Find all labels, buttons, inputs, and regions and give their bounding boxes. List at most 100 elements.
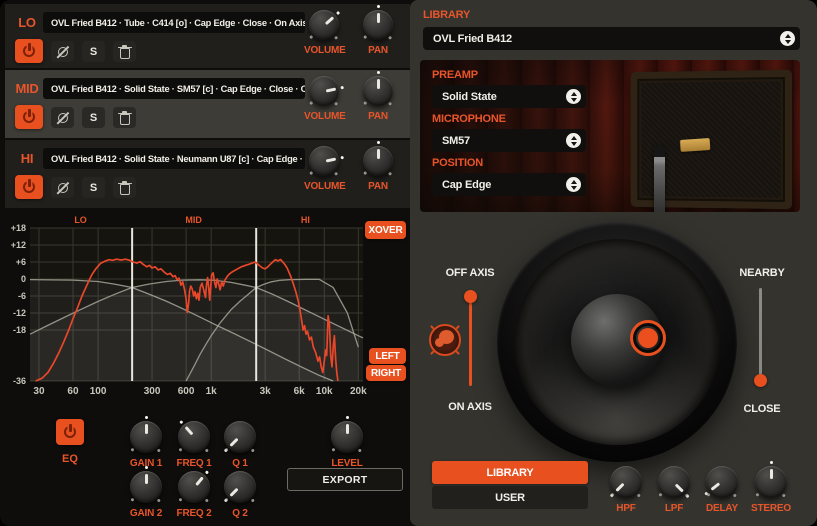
- microphone-label: MICROPHONE: [432, 113, 506, 125]
- freq1-knob-group: FREQ 1: [170, 420, 218, 469]
- delay-knob[interactable]: [705, 465, 739, 499]
- svg-text:+12: +12: [11, 240, 26, 250]
- microphone-dropdown[interactable]: SM57: [432, 129, 586, 152]
- svg-text:3k: 3k: [260, 386, 272, 397]
- position-dropdown[interactable]: Cap Edge: [432, 173, 586, 196]
- preamp-dropdown[interactable]: Solid State: [432, 85, 586, 108]
- phase-icon: [56, 181, 70, 195]
- volume-knob[interactable]: [308, 75, 340, 107]
- speaker-graphic: [497, 222, 737, 462]
- gain1-knob[interactable]: [129, 420, 163, 454]
- freq2-knob[interactable]: [177, 470, 211, 504]
- plugin-window: LO OVL Fried B412 · Tube · C414 [o] · Ca…: [0, 0, 817, 526]
- mic-angle-icon: [429, 324, 461, 356]
- preset-text: OVL Fried B412 · Tube · C414 [o] · Cap E…: [51, 18, 305, 28]
- svg-text:60: 60: [67, 386, 79, 397]
- left-panel: LO OVL Fried B412 · Tube · C414 [o] · Ca…: [0, 0, 410, 526]
- lpf-knob[interactable]: [657, 465, 691, 499]
- svg-text:-18: -18: [13, 325, 26, 335]
- q1-knob-group: Q 1: [216, 420, 264, 469]
- power-icon: [63, 425, 78, 440]
- svg-text:MID: MID: [185, 215, 202, 225]
- preset-selector[interactable]: OVL Fried B412 · Tube · C414 [o] · Cap E…: [43, 12, 305, 33]
- delete-button[interactable]: [113, 177, 136, 198]
- power-button[interactable]: [15, 175, 43, 199]
- user-source-button[interactable]: USER: [432, 486, 588, 509]
- svg-text:600: 600: [178, 386, 195, 397]
- volume-knob[interactable]: [308, 9, 340, 41]
- svg-text:10k: 10k: [316, 386, 333, 397]
- phase-button[interactable]: [51, 107, 74, 128]
- dropdown-arrow-icon: [566, 133, 581, 148]
- svg-text:-36: -36: [13, 376, 26, 386]
- svg-text:0: 0: [21, 274, 26, 284]
- trash-icon: [119, 45, 131, 59]
- solo-button[interactable]: S: [82, 177, 105, 198]
- eq-power-button[interactable]: [56, 419, 84, 445]
- library-dropdown[interactable]: OVL Fried B412: [423, 27, 800, 50]
- q1-knob[interactable]: [223, 420, 257, 454]
- lpf-knob-group: LPF: [650, 465, 698, 514]
- left-channel-button[interactable]: LEFT: [369, 348, 406, 364]
- gain1-knob-group: GAIN 1: [122, 420, 170, 469]
- phase-icon: [56, 111, 70, 125]
- band-label-mid: MID: [13, 81, 41, 96]
- axis-slider-thumb[interactable]: [464, 290, 477, 303]
- svg-text:-12: -12: [13, 308, 26, 318]
- delete-button[interactable]: [113, 41, 136, 62]
- pan-knob[interactable]: [362, 75, 394, 107]
- export-button[interactable]: EXPORT: [287, 468, 403, 491]
- dropdown-arrow-icon: [780, 31, 795, 46]
- power-icon: [22, 110, 37, 125]
- gain2-knob[interactable]: [129, 470, 163, 504]
- svg-text:+6: +6: [16, 257, 26, 267]
- channel-strip-lo: LO OVL Fried B412 · Tube · C414 [o] · Ca…: [5, 4, 410, 68]
- library-source-button[interactable]: LIBRARY: [432, 461, 588, 484]
- mic-position-handle[interactable]: [630, 320, 666, 356]
- eq-label: EQ: [50, 453, 90, 465]
- preamp-label: PREAMP: [432, 69, 478, 81]
- stereo-knob-group: STEREO: [747, 465, 795, 514]
- phase-button[interactable]: [51, 177, 74, 198]
- svg-text:+18: +18: [11, 223, 26, 233]
- pan-knob[interactable]: [362, 9, 394, 41]
- svg-text:20k: 20k: [350, 386, 367, 397]
- library-section-label: LIBRARY: [423, 9, 470, 21]
- library-value: OVL Fried B412: [433, 33, 512, 45]
- distance-slider-thumb[interactable]: [754, 374, 767, 387]
- q2-knob-group: Q 2: [216, 470, 264, 519]
- level-knob[interactable]: [330, 420, 364, 454]
- close-label: CLOSE: [722, 403, 802, 415]
- preset-selector[interactable]: OVL Fried B412 · Solid State · Neumann U…: [43, 148, 305, 169]
- svg-text:100: 100: [90, 386, 107, 397]
- power-button[interactable]: [15, 39, 43, 63]
- right-channel-button[interactable]: RIGHT: [366, 365, 406, 381]
- preset-selector[interactable]: OVL Fried B412 · Solid State · SM57 [c] …: [43, 78, 305, 99]
- delay-knob-group: DELAY: [698, 465, 746, 514]
- right-panel: LIBRARY OVL Fried B412 PREAMP Solid Stat…: [410, 0, 817, 526]
- dropdown-arrow-icon: [566, 89, 581, 104]
- hpf-knob-group: HPF: [602, 465, 650, 514]
- channel-strip-hi: HI OVL Fried B412 · Solid State · Neuman…: [5, 140, 410, 208]
- phase-button[interactable]: [51, 41, 74, 62]
- freq1-knob[interactable]: [177, 420, 211, 454]
- frequency-response-plot: +18+12+60-6-12-18-3630601003006001k3k6k1…: [0, 212, 410, 406]
- position-label: POSITION: [432, 157, 483, 169]
- band-label-hi: HI: [13, 151, 41, 166]
- xover-button[interactable]: XOVER: [365, 221, 406, 239]
- pan-knob[interactable]: [362, 145, 394, 177]
- solo-button[interactable]: S: [82, 107, 105, 128]
- stereo-knob[interactable]: [754, 465, 788, 499]
- distance-slider-track[interactable]: [759, 288, 762, 382]
- svg-text:300: 300: [144, 386, 161, 397]
- on-axis-label: ON AXIS: [430, 401, 510, 413]
- delete-button[interactable]: [113, 107, 136, 128]
- volume-knob[interactable]: [308, 145, 340, 177]
- distance-slider[interactable]: [754, 288, 767, 382]
- q2-knob[interactable]: [223, 470, 257, 504]
- hpf-knob[interactable]: [609, 465, 643, 499]
- svg-text:6k: 6k: [294, 386, 306, 397]
- solo-button[interactable]: S: [82, 41, 105, 62]
- power-button[interactable]: [15, 105, 43, 129]
- dropdown-arrow-icon: [566, 177, 581, 192]
